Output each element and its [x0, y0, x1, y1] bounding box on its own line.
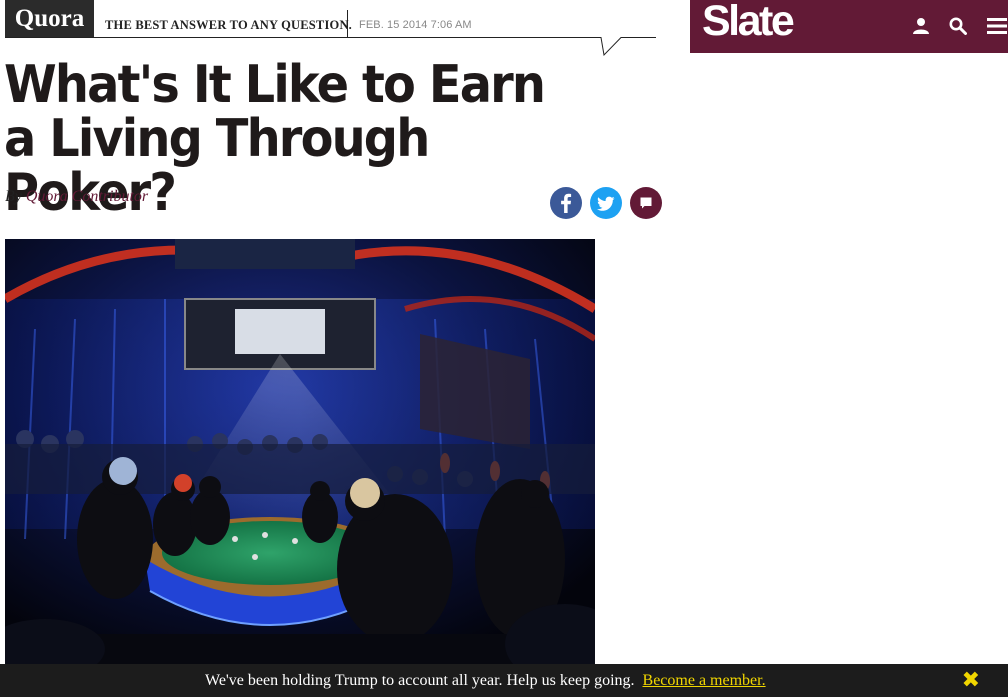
publish-date: FEB. 15 2014 7:06 AM — [359, 19, 472, 31]
facebook-icon — [561, 193, 572, 213]
quora-tagline: THE BEST ANSWER TO ANY QUESTION. — [105, 18, 352, 32]
menu-icon[interactable] — [987, 17, 1007, 40]
comment-button[interactable] — [630, 187, 662, 219]
quora-divider — [347, 10, 348, 37]
twitter-icon — [597, 196, 615, 211]
slate-logo[interactable]: Slate — [702, 0, 795, 46]
close-icon[interactable]: ✖ — [962, 664, 980, 697]
banner-text: We've been holding Trump to account all … — [205, 672, 635, 689]
byline: By Quora Contributor — [5, 188, 148, 206]
quora-header: Quora THE BEST ANSWER TO ANY QUESTION. F… — [5, 0, 656, 57]
membership-banner: We've been holding Trump to account all … — [0, 664, 1008, 697]
banner-message: We've been holding Trump to account all … — [205, 664, 766, 697]
slate-header: Slate — [690, 0, 1008, 53]
facebook-share-button[interactable] — [550, 187, 582, 219]
quora-logo[interactable]: Quora — [5, 0, 94, 37]
twitter-share-button[interactable] — [590, 187, 622, 219]
search-icon[interactable] — [949, 17, 967, 40]
article-hero-image — [5, 239, 595, 664]
byline-prefix: By — [5, 188, 22, 205]
user-icon[interactable] — [912, 17, 930, 40]
become-member-link[interactable]: Become a member. — [643, 672, 766, 689]
author-link[interactable]: Quora Contributor — [26, 188, 148, 205]
comment-icon — [640, 197, 652, 209]
